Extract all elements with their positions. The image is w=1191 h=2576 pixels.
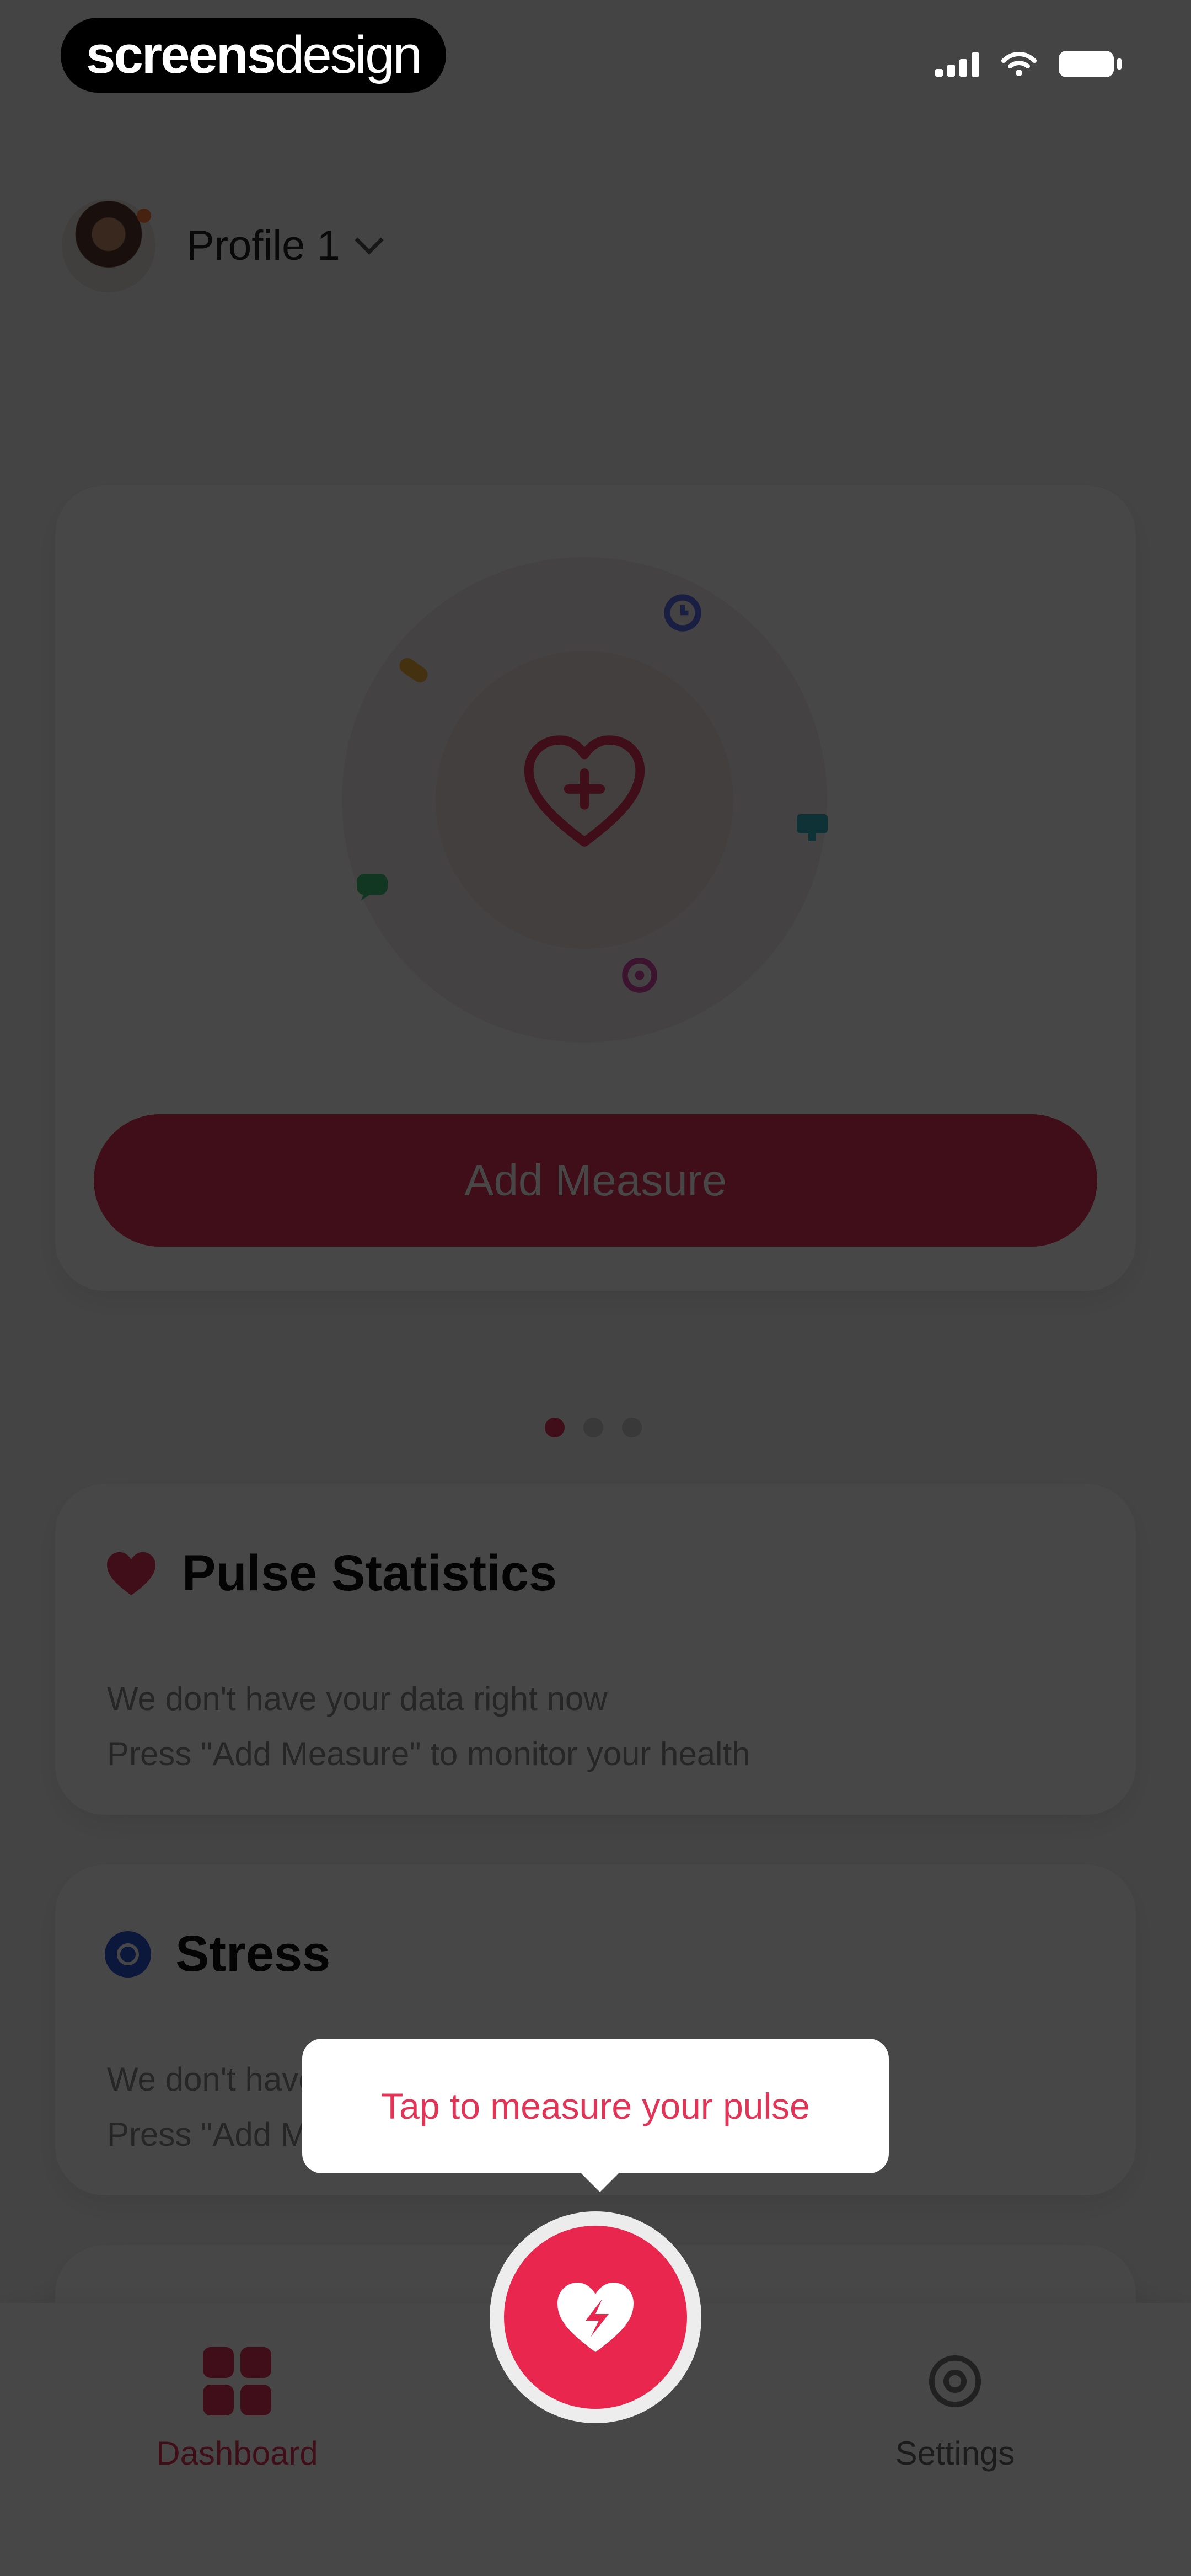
tab-dashboard-label: Dashboard <box>156 2435 318 2472</box>
pulse-empty-line2: Press "Add Measure" to monitor your heal… <box>107 1735 750 1772</box>
pill-icon <box>399 658 428 683</box>
heart-plus-icon <box>524 735 645 847</box>
page-dot[interactable] <box>583 1418 603 1437</box>
dashboard-icon <box>203 2347 271 2415</box>
pulse-card-title: Pulse Statistics <box>182 1545 557 1601</box>
wifi-icon <box>1001 52 1037 76</box>
profile-name: Profile 1 <box>186 222 340 269</box>
monitor-icon <box>797 814 828 841</box>
status-bar: screens design <box>0 0 1191 110</box>
tab-settings-label: Settings <box>895 2435 1015 2472</box>
profile-selector[interactable]: Profile 1 <box>62 199 384 292</box>
page-indicator <box>545 1418 642 1437</box>
page-dot-active[interactable] <box>545 1418 565 1437</box>
battery-icon <box>1059 51 1122 77</box>
screensdesign-logo: screens design <box>61 18 446 93</box>
chevron-down-icon <box>355 225 384 255</box>
heart-icon <box>107 1552 155 1595</box>
add-measure-button[interactable]: Add Measure <box>94 1114 1097 1247</box>
measure-tooltip: Tap to measure your pulse <box>302 2039 889 2192</box>
page-dot[interactable] <box>622 1418 642 1437</box>
measure-pulse-button[interactable] <box>504 2226 687 2409</box>
avatar-badge <box>137 209 151 223</box>
tab-settings[interactable]: Settings <box>812 2347 1098 2472</box>
measure-card: Add Measure <box>55 485 1136 1291</box>
stress-card-title: Stress <box>175 1926 331 1982</box>
avatar <box>62 199 155 292</box>
pulse-statistics-card[interactable]: Pulse Statistics We don't have your data… <box>55 1484 1136 1815</box>
gear-icon <box>929 2355 981 2408</box>
flower-icon <box>622 958 657 993</box>
tab-dashboard[interactable]: Dashboard <box>94 2347 380 2472</box>
pulse-empty-line1: We don't have your data right now <box>107 1680 608 1717</box>
chat-icon <box>357 874 388 901</box>
heart-pulse-icon <box>557 2283 634 2352</box>
stress-icon <box>105 1931 151 1978</box>
clock-icon <box>664 594 701 632</box>
tooltip-text: Tap to measure your pulse <box>381 2086 810 2126</box>
cellular-signal-icon <box>935 51 979 77</box>
